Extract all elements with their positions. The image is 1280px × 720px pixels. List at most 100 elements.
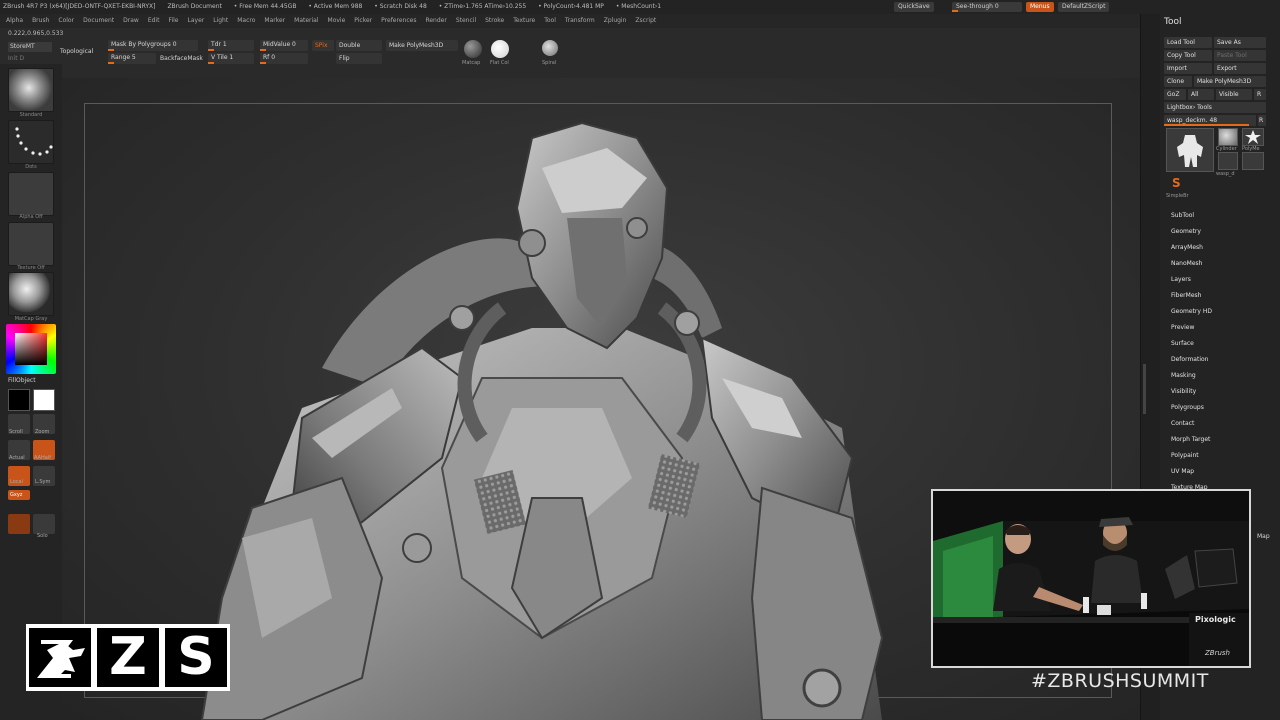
menu-zscript[interactable]: Zscript (635, 17, 656, 24)
menu-color[interactable]: Color (58, 17, 74, 24)
tdr-slider[interactable]: Tdr 1 (208, 40, 254, 51)
tool-menu-fibermesh[interactable]: FiberMesh (1171, 292, 1201, 299)
menu-draw[interactable]: Draw (123, 17, 139, 24)
double-button[interactable]: Double (336, 40, 382, 51)
tool-menu-deformation[interactable]: Deformation (1171, 356, 1208, 363)
spiral-sphere-icon[interactable] (542, 40, 558, 56)
tool-menu-nanomesh[interactable]: NanoMesh (1171, 260, 1202, 267)
polycount: • PolyCount›4.481 MP (538, 3, 604, 10)
menu-light[interactable]: Light (213, 17, 228, 24)
alpha-thumbnail-icon[interactable] (8, 172, 54, 216)
menu-transform[interactable]: Transform (565, 17, 595, 24)
tool-menu-polypaint[interactable]: Polypaint (1171, 452, 1199, 459)
menu-stroke[interactable]: Stroke (485, 17, 504, 24)
menu-render[interactable]: Render (425, 17, 446, 24)
tool-menu-uv-map[interactable]: UV Map (1171, 468, 1194, 475)
polymesh-star-icon[interactable] (1242, 128, 1264, 146)
load-tool-button[interactable]: Load Tool (1164, 37, 1212, 48)
solo-label: Solo (37, 533, 48, 539)
frame-icon[interactable] (8, 514, 30, 534)
menu-movie[interactable]: Movie (328, 17, 346, 24)
r-button[interactable]: R (1254, 89, 1266, 100)
tool-menu-contact[interactable]: Contact (1171, 420, 1194, 427)
simple-brush-s-icon[interactable]: S (1172, 176, 1181, 190)
menu-brush[interactable]: Brush (32, 17, 49, 24)
gxyz-button[interactable]: Gxyz (8, 490, 30, 500)
simple-brush-tool-icon[interactable] (1218, 152, 1238, 170)
menu-macro[interactable]: Macro (237, 17, 255, 24)
tool-menu-surface[interactable]: Surface (1171, 340, 1194, 347)
quicksave-button[interactable]: QuickSave (894, 2, 934, 12)
flip-button[interactable]: Flip (336, 53, 382, 64)
tool-menu-visibility[interactable]: Visibility (1171, 388, 1196, 395)
color-picker-wheel[interactable] (6, 324, 56, 374)
make-polymesh-button[interactable]: Make PolyMesh3D (386, 40, 458, 51)
menu-marker[interactable]: Marker (264, 17, 285, 24)
brush-thumbnail-icon[interactable] (8, 68, 54, 112)
r-small-button[interactable]: R (1258, 115, 1266, 126)
tool-menu-geometry-hd[interactable]: Geometry HD (1171, 308, 1212, 315)
solo-icon[interactable] (33, 514, 55, 534)
visible-button[interactable]: Visible (1216, 89, 1252, 100)
mask-by-polygroups-slider[interactable]: Mask By Polygroups 0 (108, 40, 198, 51)
tool-menu-masking[interactable]: Masking (1171, 372, 1196, 379)
texture-thumbnail-icon[interactable] (8, 222, 54, 266)
menu-stencil[interactable]: Stencil (456, 17, 476, 24)
current-tool-slider[interactable]: wasp_deckm. 48 (1164, 115, 1256, 126)
menu-document[interactable]: Document (83, 17, 114, 24)
tool-menu-polygroups[interactable]: Polygroups (1171, 404, 1204, 411)
midvalue-slider[interactable]: MidValue 0 (260, 40, 308, 51)
flat-color-sphere-icon[interactable] (491, 40, 509, 58)
menus-button[interactable]: Menus (1026, 2, 1054, 12)
tool-menu-arraymesh[interactable]: ArrayMesh (1171, 244, 1203, 251)
menu-layer[interactable]: Layer (188, 17, 205, 24)
tool-menu-preview[interactable]: Preview (1171, 324, 1194, 331)
primary-color-swatch[interactable] (33, 389, 55, 411)
paste-tool-button[interactable]: Paste Tool (1214, 50, 1266, 61)
seethrough-slider[interactable]: See-through 0 (952, 2, 1022, 12)
material-sphere-icon[interactable] (464, 40, 482, 58)
brush-label: Standard (19, 112, 43, 118)
menu-zplugin[interactable]: Zplugin (604, 17, 627, 24)
fill-object-button[interactable]: FillObject (8, 377, 36, 384)
menu-edit[interactable]: Edit (148, 17, 160, 24)
all-button[interactable]: All (1188, 89, 1214, 100)
goz-button[interactable]: GoZ (1164, 89, 1186, 100)
lightbox-tools-button[interactable]: Lightbox› Tools (1164, 102, 1266, 113)
tool-menu-morph-target[interactable]: Morph Target (1171, 436, 1210, 443)
menu-preferences[interactable]: Preferences (381, 17, 416, 24)
menu-texture[interactable]: Texture (513, 17, 535, 24)
menu-file[interactable]: File (168, 17, 178, 24)
copy-tool-button[interactable]: Copy Tool (1164, 50, 1212, 61)
material-matcap-icon[interactable] (8, 272, 54, 316)
tool-palette-title[interactable]: Tool (1164, 17, 1181, 27)
rf-slider[interactable]: Rf 0 (260, 53, 308, 64)
secondary-color-swatch[interactable] (8, 389, 30, 411)
spix-button[interactable]: SPix (312, 40, 334, 51)
tool-menu-subtool[interactable]: SubTool (1171, 212, 1194, 219)
stage-video-inset: Pixologic ZBrush (931, 489, 1251, 668)
menu-tool[interactable]: Tool (544, 17, 556, 24)
save-as-button[interactable]: Save As (1214, 37, 1266, 48)
default-zscript-button[interactable]: DefaultZScript (1058, 2, 1110, 12)
current-tool-thumbnail-icon[interactable] (1166, 128, 1214, 172)
range-slider[interactable]: Range 5 (108, 53, 156, 64)
clone-button[interactable]: Clone (1164, 76, 1192, 87)
zbrush-runner-icon (29, 628, 91, 687)
tool-menu-geometry[interactable]: Geometry (1171, 228, 1201, 235)
backface-mask-toggle[interactable]: BackfaceMask (160, 55, 203, 62)
v-tile-slider[interactable]: V Tile 1 (208, 53, 254, 64)
import-button[interactable]: Import (1164, 63, 1212, 74)
runner-figure-icon (37, 640, 85, 678)
export-button[interactable]: Export (1214, 63, 1266, 74)
menu-material[interactable]: Material (294, 17, 318, 24)
scroll-grip[interactable] (1143, 364, 1146, 414)
cylinder-tool-icon[interactable] (1218, 128, 1238, 146)
tool-menu-layers[interactable]: Layers (1171, 276, 1191, 283)
menu-alpha[interactable]: Alpha (6, 17, 23, 24)
wasp-mini-icon[interactable] (1242, 152, 1264, 170)
menu-picker[interactable]: Picker (354, 17, 372, 24)
make-polymesh-tool-button[interactable]: Make PolyMesh3D (1194, 76, 1266, 87)
store-mt-button[interactable]: StoreMT (8, 42, 52, 52)
stroke-dots-icon[interactable] (8, 120, 54, 164)
